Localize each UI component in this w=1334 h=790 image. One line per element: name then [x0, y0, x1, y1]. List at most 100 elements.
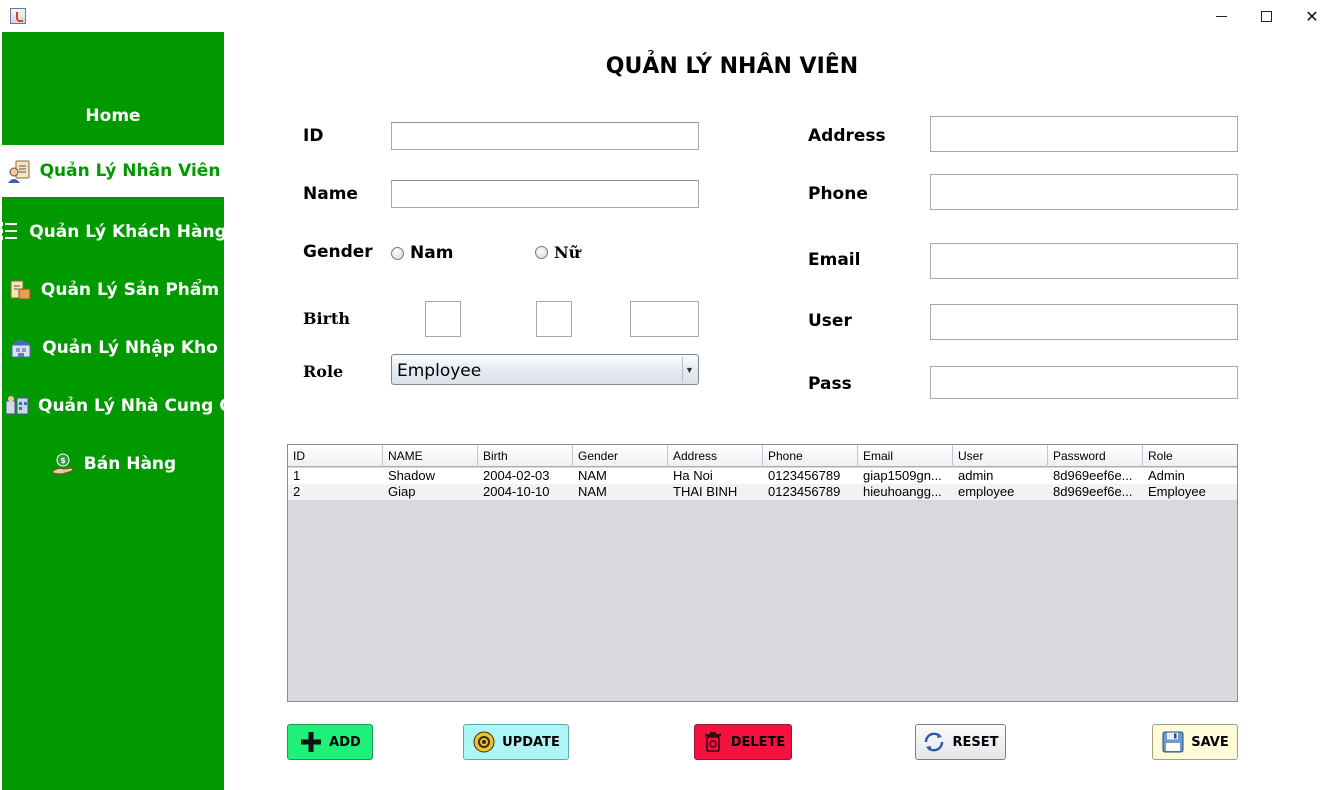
user-input[interactable]	[931, 305, 1237, 339]
email-input[interactable]	[931, 244, 1237, 278]
table-cell: Giap	[388, 484, 416, 499]
radio-button-icon	[391, 246, 404, 260]
sidebar-item-label: Quản Lý Nhân Viên	[39, 161, 221, 181]
add-button[interactable]: ADD	[287, 724, 373, 760]
table-cell: 2004-02-03	[483, 468, 550, 483]
reset-button[interactable]: RESET	[915, 724, 1006, 760]
column-header-password[interactable]: Password	[1048, 445, 1143, 467]
column-header-birth[interactable]: Birth	[478, 445, 573, 467]
column-header-role[interactable]: Role	[1143, 445, 1237, 467]
sidebar-item-label: Quản Lý Nhập Kho	[42, 338, 218, 358]
table-cell: 0123456789	[768, 468, 841, 483]
birth-year-input[interactable]	[631, 302, 698, 336]
sales-icon: $	[50, 451, 76, 477]
id-label: ID	[303, 126, 324, 146]
name-field[interactable]	[391, 180, 699, 208]
employee-table[interactable]: ID NAME Birth Gender Address Phone Email…	[287, 444, 1238, 702]
sidebar-item-label: Quản Lý Nhà Cung Cấp	[38, 396, 256, 416]
sidebar-item-home[interactable]: Home	[2, 90, 224, 142]
column-header-user[interactable]: User	[953, 445, 1048, 467]
sidebar-item-quan-ly-khach-hang[interactable]: Quản Lý Khách Hàng	[0, 206, 227, 258]
table-cell: NAM	[578, 468, 607, 483]
reset-icon	[925, 732, 944, 752]
table-row[interactable]: 1 Shadow 2004-02-03 NAM Ha Noi 012345678…	[288, 468, 1237, 484]
maximize-icon	[1260, 10, 1272, 22]
email-field[interactable]	[930, 243, 1238, 279]
table-cell: Employee	[1148, 484, 1206, 499]
pass-field[interactable]	[930, 366, 1238, 399]
table-cell: 2004-10-10	[483, 484, 550, 499]
column-header-phone[interactable]: Phone	[763, 445, 858, 467]
sidebar: Home Quản Lý Nhân Viên Quản Lý Khách Hàn…	[0, 32, 255, 790]
table-row[interactable]: 2 Giap 2004-10-10 NAM THAI BINH 01234567…	[288, 484, 1237, 500]
close-icon: ✕	[1305, 6, 1319, 26]
sidebar-item-quan-ly-nha-cung-cap[interactable]: Quản Lý Nhà Cung Cấp	[2, 380, 255, 432]
table-cell: NAM	[578, 484, 607, 499]
table-cell: Ha Noi	[673, 468, 713, 483]
table-cell: employee	[958, 484, 1015, 499]
employee-icon	[6, 158, 32, 184]
dropdown-arrow-icon[interactable]: ▼	[682, 357, 696, 382]
phone-label: Phone	[808, 184, 868, 204]
birth-day-input[interactable]	[426, 302, 460, 336]
table-cell: 8d969eef6e...	[1053, 484, 1133, 499]
role-select[interactable]: Employee ▼	[391, 354, 699, 385]
address-label: Address	[808, 126, 886, 146]
user-label: User	[808, 311, 852, 331]
birth-month-input[interactable]	[537, 302, 571, 336]
maximize-button[interactable]	[1243, 0, 1289, 32]
birth-day-field[interactable]	[425, 301, 461, 337]
email-label: Email	[808, 250, 861, 270]
user-field[interactable]	[930, 304, 1238, 340]
warehouse-icon	[8, 335, 34, 361]
sidebar-item-quan-ly-san-pham[interactable]: Quản Lý Sản Phẩm	[2, 264, 224, 316]
sidebar-item-label: Bán Hàng	[83, 454, 177, 474]
update-gear-icon	[473, 731, 495, 753]
phone-field[interactable]	[930, 174, 1238, 210]
supplier-icon	[4, 393, 30, 419]
column-header-name[interactable]: NAME	[383, 445, 478, 467]
sidebar-item-quan-ly-nhap-kho[interactable]: Quản Lý Nhập Kho	[2, 322, 224, 374]
table-cell: Shadow	[388, 468, 435, 483]
close-button[interactable]: ✕	[1289, 0, 1334, 32]
table-cell: 2	[293, 484, 301, 499]
column-header-address[interactable]: Address	[668, 445, 763, 467]
trash-icon	[704, 732, 721, 752]
update-button[interactable]: UPDATE	[463, 724, 569, 760]
role-selected-value: Employee	[397, 361, 482, 381]
table-cell: THAI BINH	[673, 484, 738, 499]
birth-year-field[interactable]	[630, 301, 699, 337]
phone-input[interactable]	[931, 175, 1237, 209]
delete-button-label: DELETE	[730, 734, 786, 750]
id-field[interactable]	[391, 122, 699, 150]
column-header-email[interactable]: Email	[858, 445, 953, 467]
product-icon	[7, 277, 33, 303]
sidebar-item-label: Home	[85, 106, 141, 126]
sidebar-item-ban-hang[interactable]: $ Bán Hàng	[2, 438, 224, 490]
save-button[interactable]: SAVE	[1152, 724, 1238, 760]
address-input[interactable]	[931, 117, 1237, 151]
column-header-id[interactable]: ID	[288, 445, 383, 467]
delete-button[interactable]: DELETE	[694, 724, 792, 760]
gender-radio-nu[interactable]: Nữ	[535, 243, 580, 262]
svg-text:$: $	[60, 456, 66, 465]
sidebar-item-quan-ly-nhan-vien[interactable]: Quản Lý Nhân Viên	[2, 145, 224, 197]
plus-icon	[301, 732, 322, 752]
gender-option-label: Nữ	[554, 243, 581, 262]
minimize-button[interactable]	[1198, 0, 1244, 32]
table-cell: Admin	[1148, 468, 1185, 483]
column-header-gender[interactable]: Gender	[573, 445, 668, 467]
address-field[interactable]	[930, 116, 1238, 152]
reset-button-label: RESET	[952, 734, 999, 750]
sidebar-item-label: Quản Lý Khách Hàng	[29, 222, 227, 242]
pass-input[interactable]	[931, 367, 1237, 398]
name-input[interactable]	[392, 181, 698, 207]
gender-radio-nam[interactable]: Nam	[391, 243, 453, 263]
radio-button-icon	[535, 246, 548, 259]
birth-month-field[interactable]	[536, 301, 572, 337]
add-button-label: ADD	[329, 734, 361, 750]
id-input[interactable]	[392, 123, 698, 149]
update-button-label: UPDATE	[502, 734, 560, 750]
pass-label: Pass	[808, 374, 852, 394]
gender-label: Gender	[303, 242, 373, 262]
